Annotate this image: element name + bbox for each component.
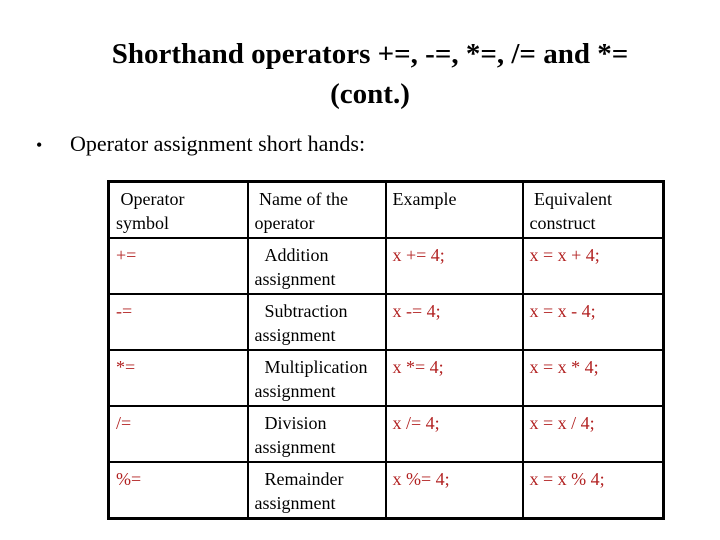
header-cell: Example — [384, 180, 524, 239]
operator-example: x /= 4; — [384, 405, 524, 463]
operator-name: Addition assignment — [246, 237, 387, 295]
operator-symbol: /= — [107, 405, 249, 463]
operator-symbol: %= — [107, 461, 249, 520]
table-row: += Addition assignment x += 4; x = x + 4; — [107, 237, 665, 295]
operator-table: Operator symbol Name of the operator Examp… — [107, 180, 665, 520]
operator-name: Subtraction assignment — [246, 293, 387, 351]
slide-title: Shorthand operators +=, -=, *=, /= and *… — [60, 34, 680, 114]
operator-equivalent: x = x - 4; — [521, 293, 665, 351]
table-row: -= Subtraction assignment x -= 4; x = x -… — [107, 293, 665, 351]
operator-example: x += 4; — [384, 237, 524, 295]
operator-name: Multiplication assignment — [246, 349, 387, 407]
slide-title-line2: (cont.) — [330, 78, 410, 110]
operator-equivalent: x = x / 4; — [521, 405, 665, 463]
header-cell: Name of the operator — [246, 180, 387, 239]
operator-symbol: += — [107, 237, 249, 295]
operator-equivalent: x = x + 4; — [521, 237, 665, 295]
table-header-row: Operator symbol Name of the operator Examp… — [107, 180, 665, 239]
table-row: /= Division assignment x /= 4; x = x / 4; — [107, 405, 665, 463]
bullet-text: Operator assignment short hands: — [70, 131, 366, 156]
operator-equivalent: x = x % 4; — [521, 461, 665, 520]
table-row: *= Multiplication assignment x *= 4; x = … — [107, 349, 665, 407]
operator-symbol: -= — [107, 293, 249, 351]
header-cell: Operator symbol — [107, 180, 249, 239]
operator-example: x %= 4; — [384, 461, 524, 520]
slide-title-line1: Shorthand operators +=, -=, *=, /= and *… — [111, 38, 629, 70]
operator-symbol: *= — [107, 349, 249, 407]
operator-name: Division assignment — [246, 405, 387, 463]
operator-example: x *= 4; — [384, 349, 524, 407]
operator-name: Remainder assignment — [246, 461, 387, 520]
operator-equivalent: x = x * 4; — [521, 349, 665, 407]
table-row: %= Remainder assignment x %= 4; x = x % 4… — [107, 461, 665, 520]
bullet-icon: • — [36, 135, 43, 155]
header-cell: Equivalent construct — [521, 180, 665, 239]
bullet-item: • Operator assignment short hands: — [36, 130, 365, 159]
operator-example: x -= 4; — [384, 293, 524, 351]
